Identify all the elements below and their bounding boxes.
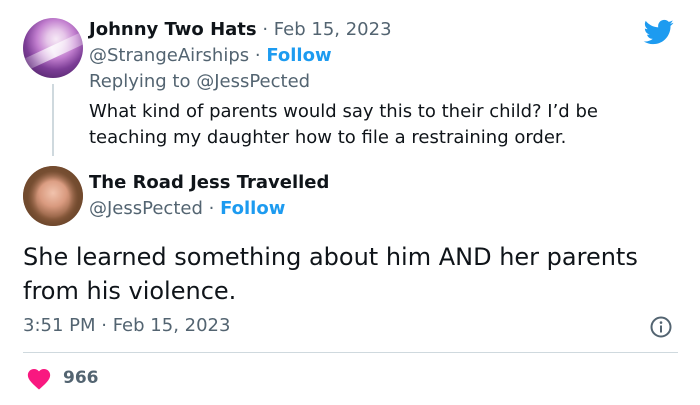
replying-to-prefix: Replying to	[89, 71, 197, 92]
reply-author-handle[interactable]: @StrangeAirships	[89, 45, 249, 66]
tweet-timestamp[interactable]: 3:51 PM · Feb 15, 2023	[23, 315, 230, 337]
main-author-name[interactable]: The Road Jess Travelled	[89, 172, 329, 194]
reply-date[interactable]: Feb 15, 2023	[274, 19, 392, 40]
reply-tweet-text: What kind of parents would say this to t…	[89, 101, 598, 148]
reply-handle-separator: ·	[249, 45, 267, 66]
twitter-bird-icon[interactable]	[642, 17, 676, 47]
follow-button-johnny[interactable]: Follow	[266, 45, 331, 66]
thread-connector-line	[52, 84, 54, 156]
reply-handle-row: @StrangeAirships · Follow	[89, 45, 332, 67]
replying-to-handle[interactable]: @JessPected	[196, 71, 310, 92]
divider	[23, 352, 678, 353]
follow-button-jess[interactable]: Follow	[220, 198, 285, 219]
reply-author-row: Johnny Two Hats · Feb 15, 2023	[89, 19, 392, 41]
like-count[interactable]: 966	[63, 368, 99, 388]
avatar-johnny-two-hats[interactable]	[23, 18, 83, 78]
reply-date-separator: ·	[256, 19, 274, 40]
heart-icon[interactable]	[26, 366, 52, 390]
main-tweet-text: She learned something about him AND her …	[23, 243, 638, 305]
main-author-handle[interactable]: @JessPected	[89, 198, 203, 219]
info-icon[interactable]	[649, 315, 673, 339]
main-handle-separator: ·	[202, 198, 221, 219]
main-handle-row: @JessPected · Follow	[89, 198, 285, 220]
avatar-the-road-jess-travelled[interactable]	[23, 166, 83, 226]
replying-to-line: Replying to @JessPected	[89, 71, 310, 93]
reply-author-name[interactable]: Johnny Two Hats	[89, 19, 257, 40]
